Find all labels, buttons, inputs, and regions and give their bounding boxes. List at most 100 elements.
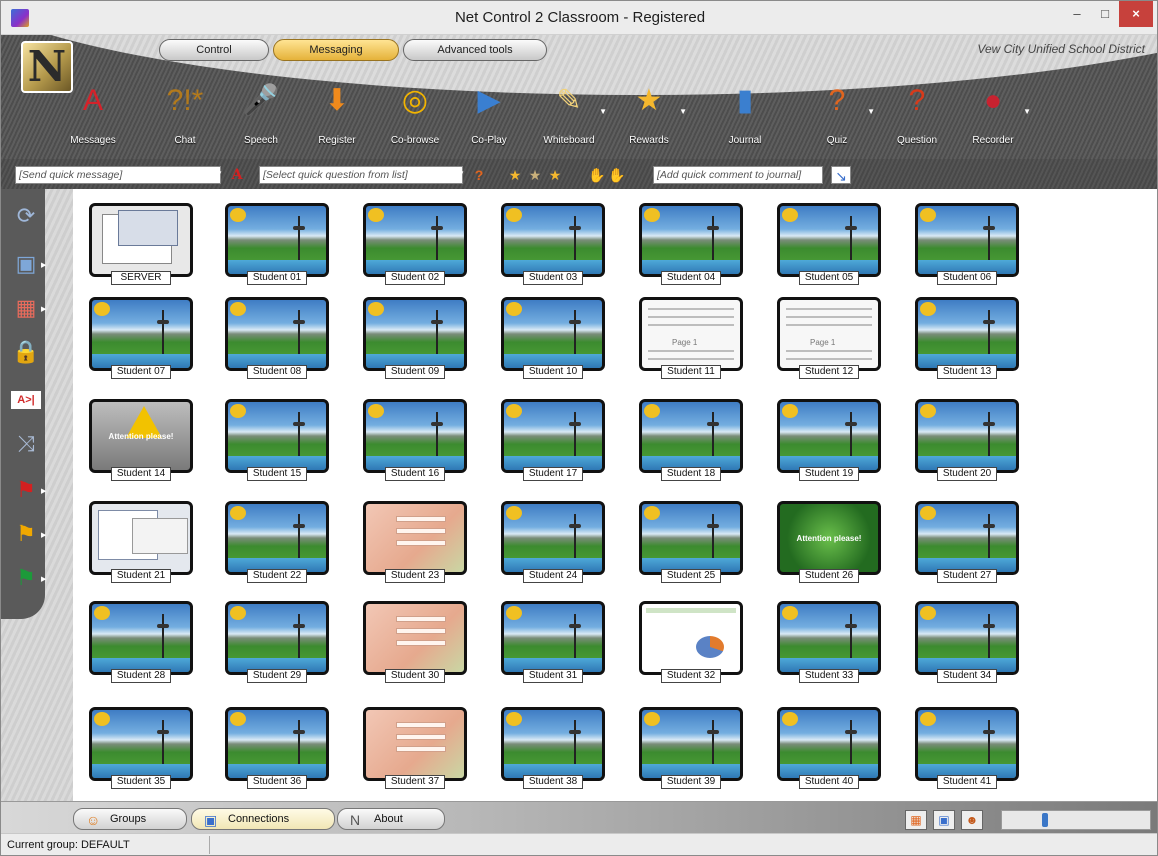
quick-message-input[interactable]: [Send quick message] xyxy=(15,166,221,184)
student-thumbnail[interactable]: Student 40 xyxy=(777,707,881,791)
quick-question-dropdown-icon[interactable]: ▼ xyxy=(457,169,465,178)
user-view-icon[interactable]: ☻ xyxy=(961,810,983,830)
submenu-arrow-icon[interactable]: ▶ xyxy=(41,305,46,313)
student-thumbnail[interactable]: Page 1 Student 11 xyxy=(639,297,743,381)
student-thumbnail[interactable]: Student 02 xyxy=(363,203,467,287)
tool-chat-button[interactable]: ?!* Chat xyxy=(149,81,221,151)
submenu-arrow-icon[interactable]: ▶ xyxy=(41,487,46,495)
student-thumbnail[interactable]: Student 08 xyxy=(225,297,329,381)
student-thumbnail[interactable]: Student 13 xyxy=(915,297,1019,381)
student-thumbnail[interactable]: Student 19 xyxy=(777,399,881,483)
student-thumbnail[interactable]: Student 15 xyxy=(225,399,329,483)
student-thumbnail[interactable]: Attention please! Student 14 xyxy=(89,399,193,483)
dropdown-arrow-icon[interactable]: ▼ xyxy=(1023,107,1031,116)
student-thumbnail[interactable]: Student 28 xyxy=(89,601,193,685)
student-thumbnail[interactable]: Student 04 xyxy=(639,203,743,287)
tool-co-play-button[interactable]: ▶ Co-Play xyxy=(453,81,525,151)
student-thumbnail[interactable]: Student 23 xyxy=(363,501,467,585)
shuffle-icon[interactable]: ⤨ xyxy=(11,429,41,459)
student-thumbnail[interactable]: Student 25 xyxy=(639,501,743,585)
student-thumbnail[interactable]: Student 34 xyxy=(915,601,1019,685)
tab-advanced-tools[interactable]: Advanced tools xyxy=(403,39,547,61)
close-button[interactable]: × xyxy=(1119,1,1153,27)
student-thumbnail[interactable]: Student 17 xyxy=(501,399,605,483)
submenu-arrow-icon[interactable]: ▶ xyxy=(41,261,46,269)
zoom-slider-handle[interactable] xyxy=(1042,813,1048,827)
star-reward-icon[interactable]: ★ xyxy=(505,166,525,184)
student-thumbnail[interactable]: Student 41 xyxy=(915,707,1019,791)
lower-hand-icon[interactable]: ✋ xyxy=(607,166,627,184)
student-thumbnail[interactable]: SERVER xyxy=(89,203,193,287)
green-flag-icon[interactable]: ⚑ xyxy=(11,563,41,593)
tab-groups[interactable]: ☺ Groups xyxy=(73,808,187,830)
student-thumbnail[interactable]: Student 05 xyxy=(777,203,881,287)
tab-about[interactable]: N About xyxy=(337,808,445,830)
journal-comment-input[interactable]: [Add quick comment to journal] xyxy=(653,166,823,184)
student-thumbnail[interactable]: Student 38 xyxy=(501,707,605,791)
zoom-slider[interactable] xyxy=(1001,810,1151,830)
raise-hand-icon[interactable]: ✋ xyxy=(587,166,607,184)
tool-recorder-button[interactable]: ● Recorder ▼ xyxy=(957,81,1031,151)
student-thumbnail[interactable]: Student 09 xyxy=(363,297,467,381)
student-thumbnail[interactable]: Attention please! Student 26 xyxy=(777,501,881,585)
text-cursor-icon[interactable]: A>| xyxy=(11,391,41,409)
tool-journal-button[interactable]: ▮ Journal xyxy=(709,81,781,151)
student-thumbnail[interactable]: Student 03 xyxy=(501,203,605,287)
student-thumbnail[interactable]: Student 30 xyxy=(363,601,467,685)
quick-question-select[interactable]: [Select quick question from list] xyxy=(259,166,463,184)
dropdown-arrow-icon[interactable]: ▼ xyxy=(679,107,687,116)
student-thumbnail[interactable]: Student 18 xyxy=(639,399,743,483)
add-journal-icon[interactable]: ↘ xyxy=(831,166,851,184)
student-thumbnail[interactable]: Student 06 xyxy=(915,203,1019,287)
star-reward-disabled-icon[interactable]: ★ xyxy=(525,166,545,184)
grid-view-icon[interactable]: ▦ xyxy=(905,810,927,830)
tool-rewards-button[interactable]: ★ Rewards ▼ xyxy=(613,81,687,151)
student-thumbnail[interactable]: Student 07 xyxy=(89,297,193,381)
tool-co-browse-button[interactable]: ◎ Co-browse xyxy=(379,81,451,151)
refresh-icon[interactable]: ⟳ xyxy=(11,201,41,231)
tool-whiteboard-button[interactable]: ✎ Whiteboard ▼ xyxy=(533,81,607,151)
student-thumbnail[interactable]: Student 36 xyxy=(225,707,329,791)
tool-question-button[interactable]: ? Question xyxy=(881,81,953,151)
student-thumbnail[interactable]: Student 10 xyxy=(501,297,605,381)
student-thumbnail[interactable]: Student 33 xyxy=(777,601,881,685)
student-thumbnail[interactable]: Student 27 xyxy=(915,501,1019,585)
monitor-view-icon[interactable]: ▣ xyxy=(933,810,955,830)
tab-messaging[interactable]: Messaging xyxy=(273,39,399,61)
student-thumbnail[interactable]: Student 31 xyxy=(501,601,605,685)
tool-speech-button[interactable]: 🎤 Speech xyxy=(225,81,297,151)
maximize-button[interactable]: □ xyxy=(1091,1,1119,27)
star-reward-all-icon[interactable]: ★ xyxy=(545,166,565,184)
student-thumbnail[interactable]: Student 29 xyxy=(225,601,329,685)
student-thumbnail[interactable]: Student 16 xyxy=(363,399,467,483)
lock-user-icon[interactable]: 🔒 xyxy=(11,337,41,367)
student-thumbnail[interactable]: Student 24 xyxy=(501,501,605,585)
student-thumbnail[interactable]: Page 1 Student 12 xyxy=(777,297,881,381)
red-flag-icon[interactable]: ⚑ xyxy=(11,475,41,505)
student-thumbnail[interactable]: Student 35 xyxy=(89,707,193,791)
dropdown-arrow-icon[interactable]: ▼ xyxy=(867,107,875,116)
quick-message-dropdown-icon[interactable]: ▼ xyxy=(215,169,223,178)
submenu-arrow-icon[interactable]: ▶ xyxy=(41,531,46,539)
student-thumbnail[interactable]: Student 32 xyxy=(639,601,743,685)
submenu-arrow-icon[interactable]: ▶ xyxy=(41,575,46,583)
tab-connections[interactable]: ▣ Connections xyxy=(191,808,335,830)
student-thumbnail[interactable]: Student 22 xyxy=(225,501,329,585)
send-message-icon[interactable]: A xyxy=(227,166,247,184)
tool-register-button[interactable]: ⬇ Register xyxy=(301,81,373,151)
student-thumbnail[interactable]: Student 20 xyxy=(915,399,1019,483)
minimize-button[interactable]: – xyxy=(1063,1,1091,27)
monitor-icon[interactable]: ▣ xyxy=(11,249,41,279)
yellow-flag-icon[interactable]: ⚑ xyxy=(11,519,41,549)
dropdown-arrow-icon[interactable]: ▼ xyxy=(599,107,607,116)
student-thumbnail[interactable]: Student 01 xyxy=(225,203,329,287)
layout-icon[interactable]: ▦ xyxy=(11,293,41,323)
student-thumbnail[interactable]: Student 39 xyxy=(639,707,743,791)
student-thumbnail[interactable]: Student 21 xyxy=(89,501,193,585)
send-question-icon[interactable]: ? xyxy=(469,166,489,184)
tool-messages-button[interactable]: A Messages xyxy=(57,81,129,151)
tool-quiz-button[interactable]: ? Quiz ▼ xyxy=(801,81,875,151)
student-thumbnail[interactable]: Student 37 xyxy=(363,707,467,791)
student-name-label: Student 03 xyxy=(523,271,583,285)
tab-control[interactable]: Control xyxy=(159,39,269,61)
